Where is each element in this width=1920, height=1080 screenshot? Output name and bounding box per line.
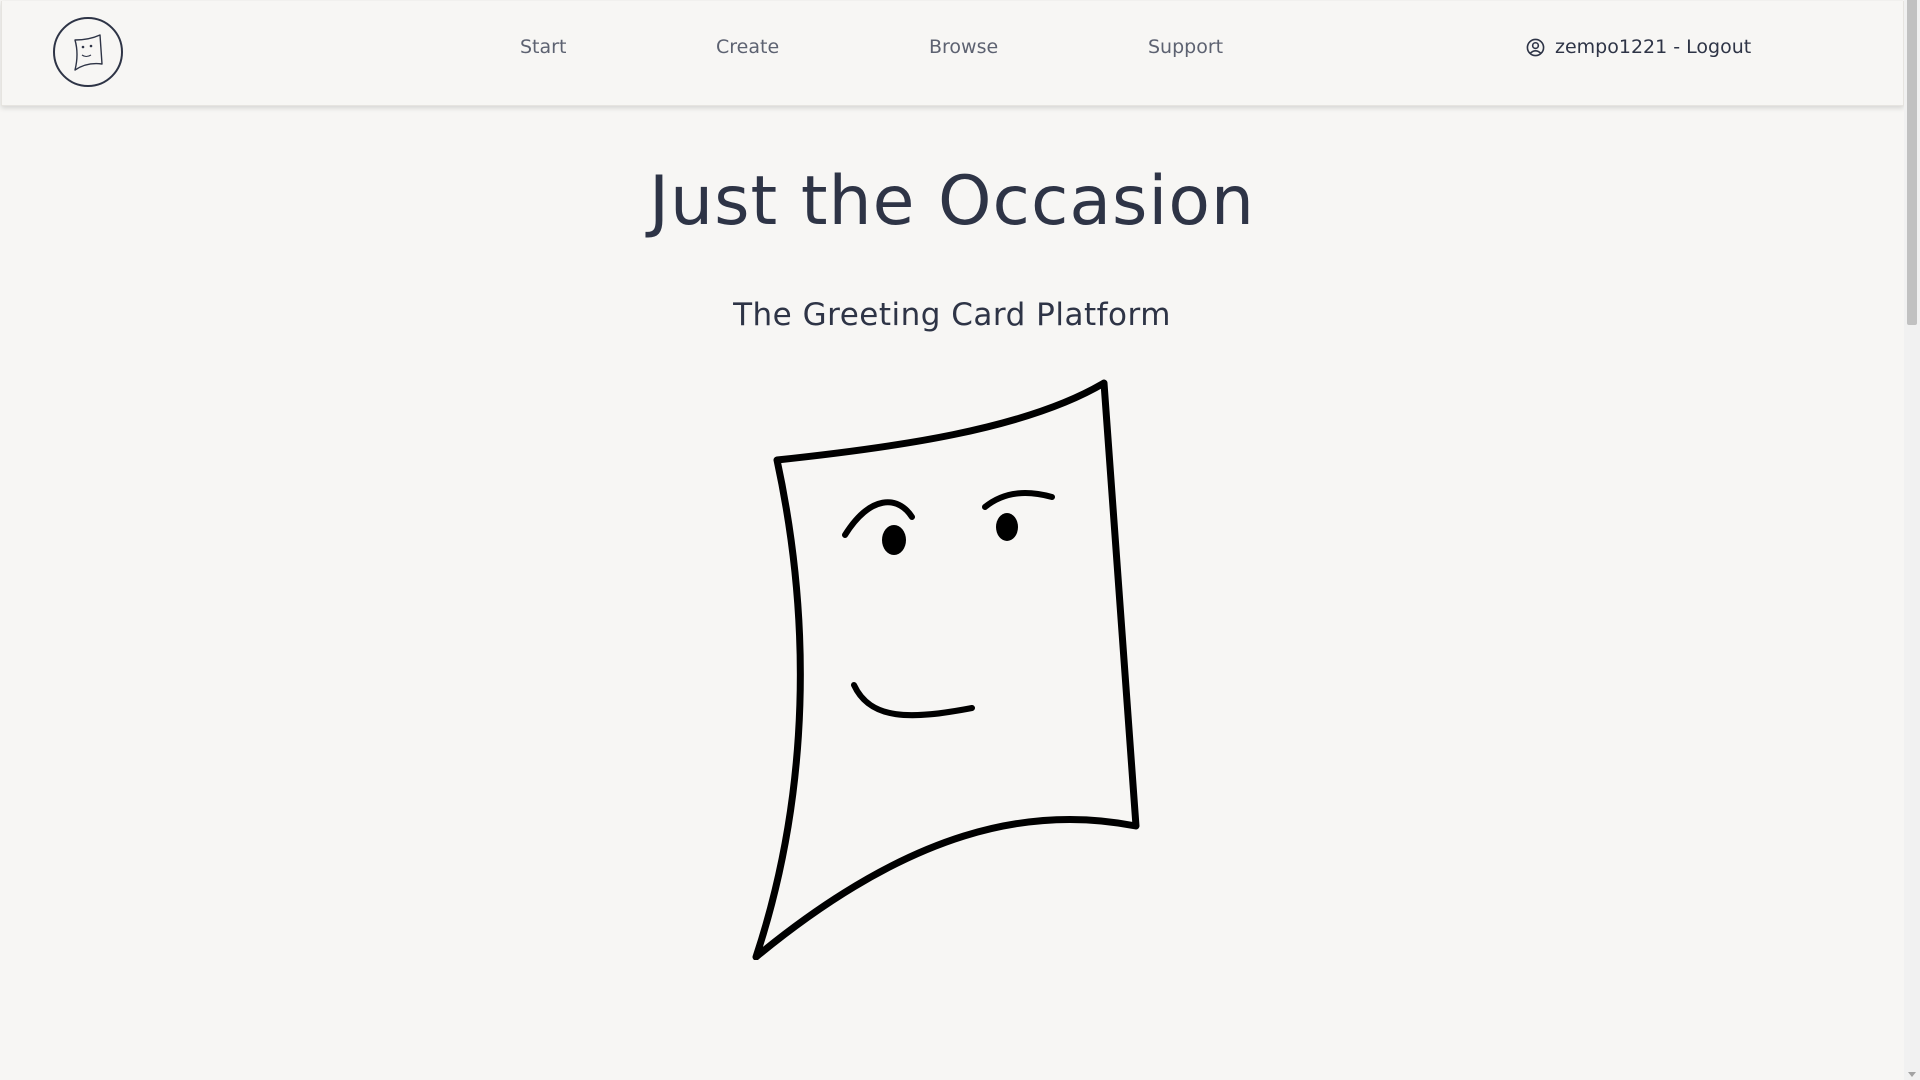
home-logo-button[interactable] bbox=[53, 17, 123, 87]
user-circle-icon bbox=[1526, 38, 1545, 56]
nav-create-link[interactable]: Create bbox=[716, 35, 779, 59]
page-title: Just the Occasion bbox=[648, 162, 1256, 241]
scrollbar-thumb[interactable] bbox=[1907, 0, 1917, 325]
top-navbar: Start Create Browse Support zempo1221 - … bbox=[1, 1, 1904, 106]
nav-start-link[interactable]: Start bbox=[520, 35, 566, 59]
vertical-scrollbar[interactable] bbox=[1904, 0, 1920, 1080]
user-logout-label: zempo1221 - Logout bbox=[1555, 36, 1752, 58]
user-logout-link[interactable]: zempo1221 - Logout bbox=[1526, 35, 1751, 59]
scroll-down-arrow-icon[interactable] bbox=[1908, 1072, 1916, 1077]
nav-support-link[interactable]: Support bbox=[1148, 35, 1223, 59]
nav-browse-link[interactable]: Browse bbox=[929, 35, 998, 59]
smiling-card-mascot-icon bbox=[752, 379, 1140, 960]
card-face-logo-icon bbox=[74, 34, 103, 71]
page-subtitle: The Greeting Card Platform bbox=[733, 297, 1171, 333]
page: Start Create Browse Support zempo1221 - … bbox=[0, 0, 1920, 1080]
